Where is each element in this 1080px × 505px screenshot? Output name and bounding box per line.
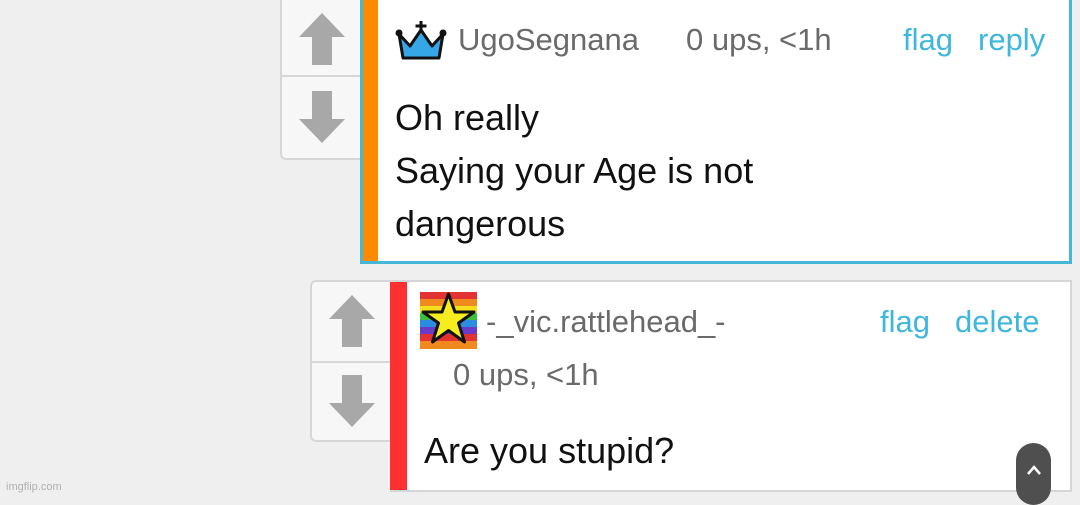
comment-meta: 0 ups, <1h (453, 357, 599, 392)
comment: UgoSegnana 0 ups, <1h flag reply Oh real… (360, 0, 1072, 264)
comment-body-line: Are you stupid? (424, 430, 675, 471)
downvote-button[interactable] (282, 86, 362, 148)
flag-link[interactable]: flag (880, 304, 930, 340)
downvote-button[interactable] (312, 370, 392, 432)
downvote-arrow-icon (299, 91, 345, 143)
username[interactable]: UgoSegnana (458, 22, 639, 58)
vote-divider (312, 361, 392, 363)
flag-link[interactable]: flag (903, 22, 953, 58)
vote-box (310, 280, 392, 442)
comment-body-line: dangerous (395, 203, 566, 244)
username[interactable]: -_vic.rattlehead_- (486, 304, 726, 340)
rainbow-star-icon (420, 292, 477, 354)
comment-body-line: Saying your Age is not (395, 150, 754, 191)
comment-meta: 0 ups, <1h (686, 22, 832, 57)
upvote-button[interactable] (312, 290, 392, 352)
comment-body-line: Oh really (395, 97, 540, 138)
reply-link[interactable]: reply (978, 22, 1045, 58)
comment: -_vic.rattlehead_- flag delete 0 ups, <1… (390, 280, 1072, 492)
crown-icon (395, 20, 447, 67)
delete-link[interactable]: delete (955, 304, 1039, 340)
vote-box (280, 0, 362, 160)
watermark: imgflip.com (6, 481, 62, 493)
upvote-arrow-icon (329, 295, 375, 347)
downvote-arrow-icon (329, 375, 375, 427)
chevron-up-icon (1026, 465, 1041, 475)
vote-divider (282, 75, 362, 77)
scroll-to-top-button[interactable] (1016, 443, 1051, 505)
comment-stripe (363, 0, 378, 261)
upvote-button[interactable] (282, 8, 362, 70)
comment-stripe (390, 282, 407, 490)
upvote-arrow-icon (299, 13, 345, 65)
